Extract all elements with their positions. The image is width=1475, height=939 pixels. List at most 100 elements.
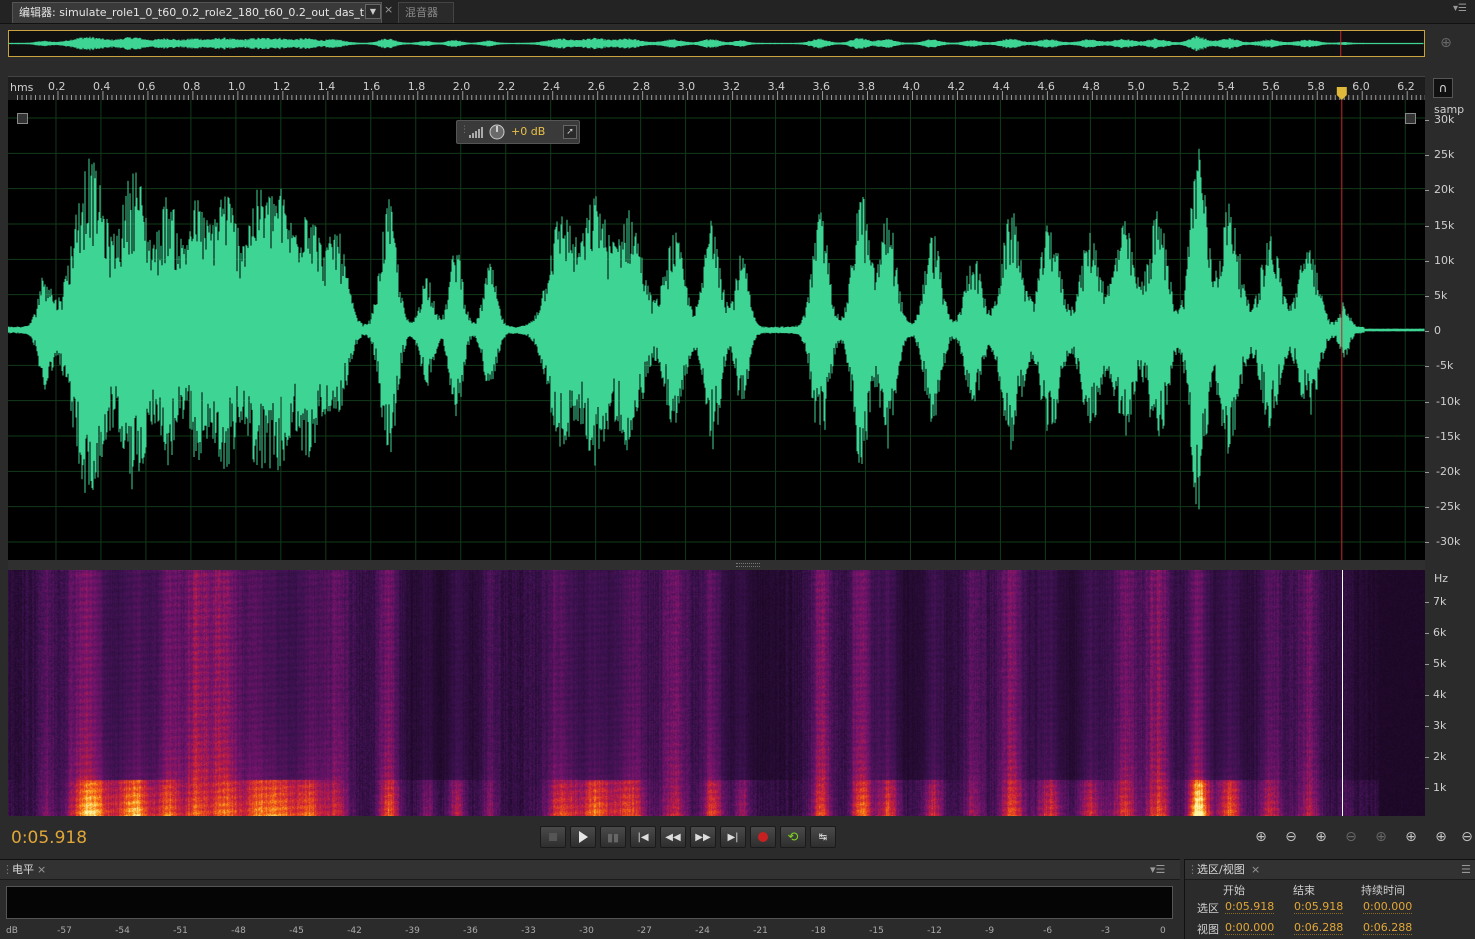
- skip-selection-button[interactable]: ↹: [810, 826, 836, 848]
- pause-icon: ▮▮: [606, 830, 620, 844]
- file-dropdown-button[interactable]: ▼: [365, 4, 381, 19]
- skip-selection-icon: ↹: [818, 831, 828, 843]
- fade-out-handle[interactable]: [1405, 113, 1416, 124]
- end-column-header: 结束: [1293, 884, 1315, 897]
- amplitude-tick-label: -10k: [1436, 394, 1461, 408]
- zoom-selection-icon[interactable]: ⊖: [1456, 828, 1475, 848]
- play-icon: [578, 831, 588, 843]
- fade-in-handle[interactable]: [17, 113, 28, 124]
- zoom-out-full-icon[interactable]: ⊕: [1437, 35, 1455, 53]
- close-panel-icon[interactable]: ×: [1251, 860, 1260, 880]
- tab-editor-label: 编辑器: simulate_role1_0_t60_0.2_role2_180_…: [19, 6, 367, 19]
- amplitude-tick-mark: [1425, 260, 1429, 262]
- pin-icon[interactable]: ➚: [563, 125, 577, 139]
- current-time-display[interactable]: 0:05.918: [11, 828, 87, 848]
- level-panel-header: ⋮ 电平 × ▾☰: [0, 860, 1180, 880]
- fast-forward-icon: ▶▶: [695, 831, 711, 843]
- view-splitter[interactable]: [8, 560, 1425, 570]
- waveform-display[interactable]: [8, 100, 1425, 560]
- amplitude-tick-mark: [1425, 366, 1429, 368]
- db-scale-label: dB: [6, 926, 18, 936]
- amplitude-tick-label: 30k: [1434, 113, 1455, 126]
- tab-mixer[interactable]: 混音器: [398, 2, 454, 23]
- db-scale-label: -33: [521, 926, 536, 936]
- selection-start-field[interactable]: 0:05.918: [1225, 900, 1275, 914]
- amplitude-tick-label: 0: [1434, 324, 1441, 338]
- amplitude-tick-label: 20k: [1434, 183, 1455, 197]
- go-to-end-button[interactable]: ▶|: [720, 826, 746, 848]
- view-start-field[interactable]: 0:00.000: [1225, 921, 1275, 935]
- view-end-field[interactable]: 0:06.288: [1294, 921, 1344, 935]
- fast-forward-button[interactable]: ▶▶: [690, 826, 716, 848]
- pause-button[interactable]: ▮▮: [600, 826, 626, 848]
- amplitude-tick-label: -30k: [1436, 535, 1461, 549]
- view-row-label: 视图: [1197, 923, 1219, 936]
- db-scale-label: -27: [637, 926, 652, 936]
- overview-waveform: [9, 31, 1424, 56]
- zoom-out-amplitude-icon[interactable]: ⊖: [1280, 828, 1302, 848]
- frequency-scale: Hz 7k 6k 5k 4k 3k 2k 1k: [1425, 570, 1475, 816]
- zoom-in-time-icon[interactable]: ⊕: [1310, 828, 1332, 848]
- frequency-tick-mark: [1425, 726, 1429, 727]
- amplitude-tick-label: -15k: [1436, 429, 1461, 443]
- amplitude-tick-label: -20k: [1436, 465, 1461, 478]
- gain-value[interactable]: +0 dB: [511, 125, 545, 138]
- record-button[interactable]: [750, 826, 776, 848]
- skip-forward-icon: ▶|: [727, 831, 739, 843]
- zoom-in-at-end-icon[interactable]: ⊕: [1430, 828, 1452, 848]
- overview-navigator[interactable]: [8, 30, 1425, 57]
- amplitude-tick-label: 10k: [1434, 253, 1455, 267]
- frequency-tick-mark: [1425, 664, 1429, 665]
- stop-button[interactable]: [540, 826, 566, 848]
- amplitude-tick-label: -25k: [1436, 500, 1461, 514]
- overview-waveform-path: [9, 35, 1424, 52]
- frequency-tick-label: 2k: [1433, 750, 1447, 763]
- skip-back-icon: |◀: [637, 831, 649, 843]
- db-scale-label: -6: [1043, 926, 1053, 936]
- go-to-start-button[interactable]: |◀: [630, 826, 656, 848]
- db-scale-label: -30: [579, 926, 594, 936]
- tab-mixer-label: 混音器: [405, 6, 438, 19]
- close-tab-icon[interactable]: ×: [384, 3, 393, 16]
- panel-menu-icon[interactable]: ▾☰: [1453, 3, 1467, 14]
- frequency-tick-mark: [1425, 633, 1429, 634]
- db-scale-label: -39: [405, 926, 420, 936]
- selection-end-field[interactable]: 0:05.918: [1294, 900, 1344, 914]
- selection-duration-field[interactable]: 0:00.000: [1363, 900, 1413, 914]
- db-scale-label: -51: [173, 926, 188, 936]
- loop-icon: ⟲: [787, 829, 799, 845]
- grip-icon: ⋮: [460, 125, 469, 135]
- rewind-button[interactable]: ◀◀: [660, 826, 686, 848]
- loop-button[interactable]: ⟲: [780, 826, 806, 848]
- amplitude-tick-label: -5k: [1436, 359, 1454, 373]
- spectral-display[interactable]: [8, 570, 1425, 816]
- zoom-in-at-start-icon[interactable]: ⊕: [1400, 828, 1422, 848]
- waveform-canvas: [8, 100, 1425, 560]
- headphones-icon[interactable]: ∩: [1433, 78, 1453, 98]
- gain-knob[interactable]: [489, 124, 505, 140]
- tab-editor[interactable]: 编辑器: simulate_role1_0_t60_0.2_role2_180_…: [12, 2, 382, 23]
- zoom-out-time-icon[interactable]: ⊖: [1340, 828, 1362, 848]
- selection-panel-header: ⋮ 选区/视图 × ☰: [1185, 860, 1475, 880]
- frequency-tick-label: 5k: [1433, 657, 1447, 670]
- ruler-ticks: [16, 87, 1425, 101]
- db-scale-label: -9: [985, 926, 995, 936]
- spectrogram-canvas: [8, 570, 1425, 816]
- close-panel-icon[interactable]: ×: [37, 860, 46, 880]
- frequency-tick-label: 6k: [1433, 626, 1447, 639]
- amplitude-tick-mark: [1425, 331, 1429, 333]
- splitter-grip: [736, 563, 760, 567]
- level-panel-title: 电平: [12, 863, 34, 876]
- view-duration-field[interactable]: 0:06.288: [1363, 921, 1413, 935]
- db-scale-label: -12: [927, 926, 942, 936]
- panel-menu-icon[interactable]: ☰: [1461, 860, 1471, 880]
- panel-menu-icon[interactable]: ▾☰: [1150, 860, 1165, 880]
- frequency-tick-label: 4k: [1433, 688, 1447, 701]
- zoom-out-full-icon[interactable]: ⊕: [1370, 828, 1392, 848]
- gain-hud[interactable]: ⋮ +0 dB ➚: [456, 120, 580, 144]
- play-button[interactable]: [570, 826, 596, 848]
- amplitude-tick-label: 25k: [1434, 148, 1455, 162]
- zoom-in-amplitude-icon[interactable]: ⊕: [1250, 828, 1272, 848]
- transport-bar: 0:05.918 ▮▮ |◀ ◀◀ ▶▶ ▶| ⟲ ↹ ⊕ ⊖ ⊕ ⊖ ⊕ ⊕ …: [0, 822, 1475, 856]
- time-ruler[interactable]: hms 0.2 0.4 0.6 0.8 1.0 1.2 1.4 1.6 1.8 2.0 2.2 2.4…: [8, 76, 1425, 101]
